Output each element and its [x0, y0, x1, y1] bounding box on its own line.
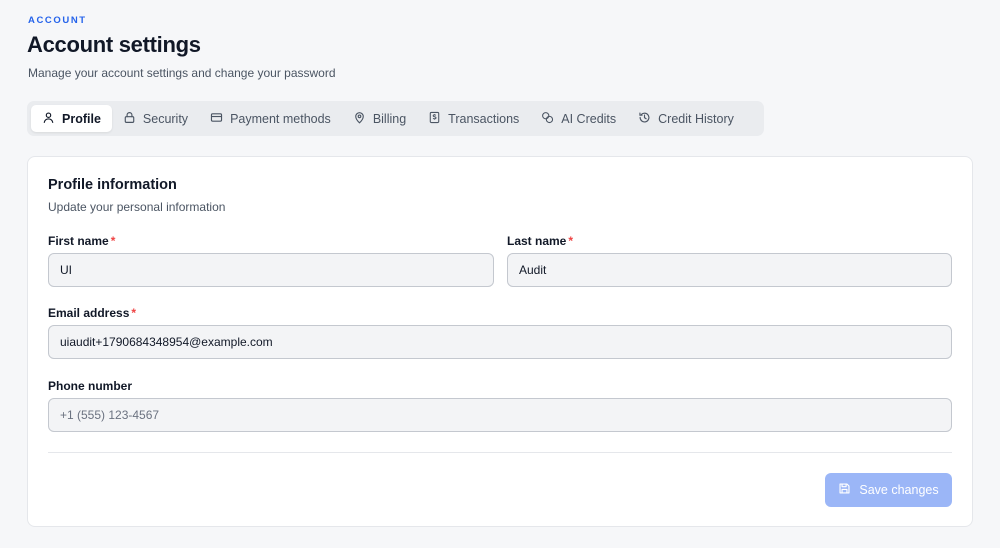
last-name-label-text: Last name	[507, 234, 567, 248]
required-asterisk: *	[110, 234, 116, 248]
card-subtitle: Update your personal information	[48, 200, 226, 214]
user-icon	[42, 111, 55, 127]
form-divider	[48, 452, 952, 453]
page-title: Account settings	[27, 32, 201, 57]
card-title: Profile information	[48, 177, 177, 193]
email-input[interactable]	[48, 325, 952, 359]
tab-label: Credit History	[658, 111, 734, 126]
section-eyebrow: ACCOUNT	[28, 15, 87, 26]
page-subtitle: Manage your account settings and change …	[28, 66, 336, 80]
email-label-text: Email address	[48, 306, 130, 320]
save-button-label: Save changes	[859, 483, 939, 497]
required-asterisk: *	[568, 234, 574, 248]
tab-label: Profile	[62, 111, 101, 126]
phone-input[interactable]	[48, 398, 952, 432]
profile-information-card: Profile information Update your personal…	[27, 156, 973, 527]
tab-transactions[interactable]: Transactions	[417, 105, 530, 132]
tab-payment-methods[interactable]: Payment methods	[199, 105, 342, 132]
first-name-label: First name *	[48, 234, 115, 248]
first-name-input[interactable]	[48, 253, 494, 287]
tab-security[interactable]: Security	[112, 105, 199, 132]
settings-tabs: Profile Security Payment methods Billing…	[27, 101, 764, 136]
last-name-input[interactable]	[507, 253, 952, 287]
tab-credit-history[interactable]: Credit History	[627, 105, 745, 132]
lock-icon	[123, 111, 136, 127]
tab-label: Transactions	[448, 111, 520, 126]
tab-label: Billing	[372, 111, 407, 126]
history-icon	[638, 111, 651, 127]
required-asterisk: *	[131, 306, 137, 320]
tab-billing[interactable]: Billing	[342, 105, 417, 132]
email-label: Email address *	[48, 306, 136, 320]
first-name-label-text: First name	[48, 234, 109, 248]
save-changes-button[interactable]: Save changes	[825, 473, 952, 507]
tab-ai-credits[interactable]: AI Credits	[530, 105, 627, 132]
tab-label: Security	[142, 111, 189, 126]
tab-profile[interactable]: Profile	[31, 105, 112, 132]
save-icon	[838, 482, 851, 498]
receipt-icon	[428, 111, 441, 127]
credit-card-icon	[210, 111, 223, 127]
tab-label: Payment methods	[230, 111, 331, 126]
phone-label: Phone number	[48, 379, 133, 393]
tab-label: AI Credits	[561, 111, 617, 126]
last-name-label: Last name *	[507, 234, 573, 248]
coins-icon	[541, 111, 554, 127]
map-pin-icon	[353, 111, 366, 127]
